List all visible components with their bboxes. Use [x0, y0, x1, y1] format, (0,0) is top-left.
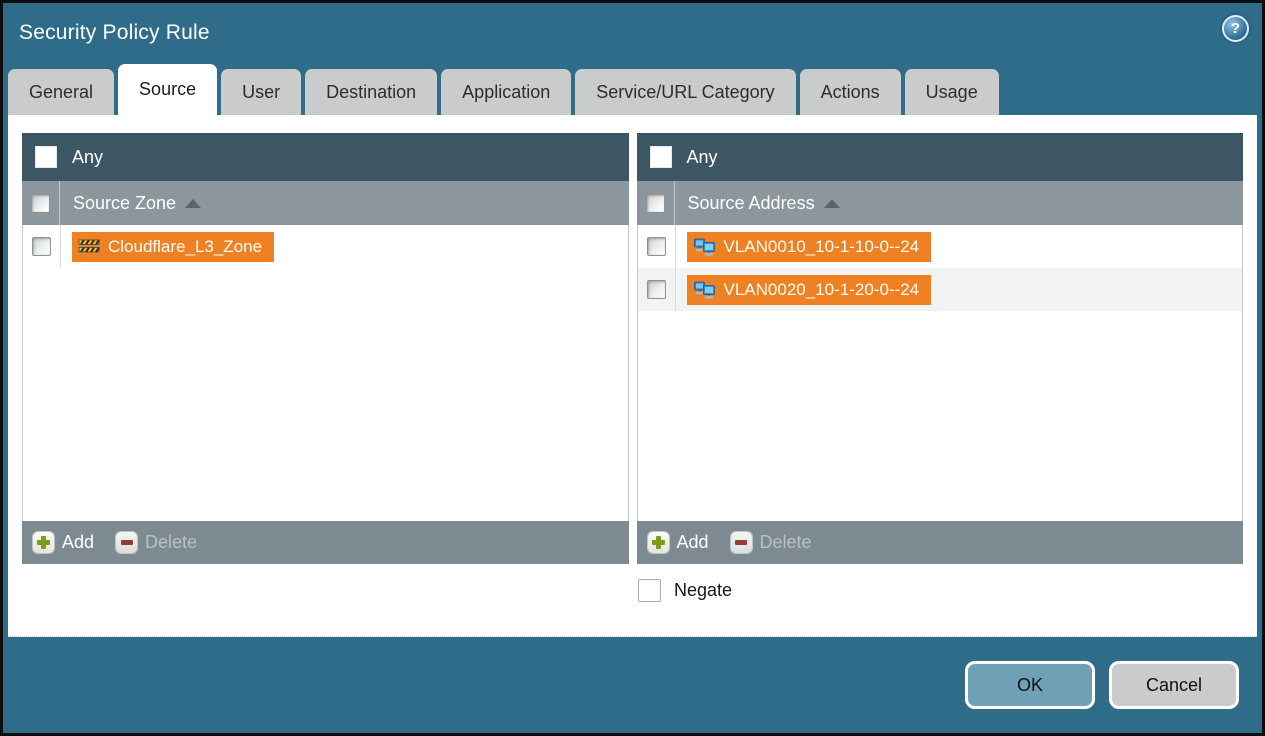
- source-zone-column-label: Source Zone: [73, 192, 177, 213]
- source-zone-add-button[interactable]: Add: [33, 532, 94, 553]
- source-address-panel: Any Source Address VLAN0010_10-1-10-0--2…: [636, 133, 1243, 564]
- source-zone-panel: Any Source Zone Cloudflare_L3_Zone Add D…: [22, 133, 629, 564]
- source-address-row[interactable]: VLAN0010_10-1-10-0--24: [638, 225, 1243, 268]
- source-zone-toolbar: Add Delete: [22, 521, 629, 564]
- plus-icon: [647, 532, 669, 553]
- source-tab-content: Any Source Zone Cloudflare_L3_Zone Add D…: [8, 115, 1257, 637]
- help-icon[interactable]: ?: [1222, 15, 1249, 42]
- tab-destination[interactable]: Destination: [305, 69, 438, 115]
- tab-source[interactable]: Source: [118, 64, 218, 115]
- source-address-row[interactable]: VLAN0020_10-1-20-0--24: [637, 268, 1242, 311]
- source-address-column-label: Source Address: [687, 192, 815, 213]
- source-address-delete-button[interactable]: Delete: [730, 532, 812, 553]
- tab-service-url-category[interactable]: Service/URL Category: [575, 69, 796, 115]
- source-zone-row[interactable]: Cloudflare_L3_Zone: [23, 225, 628, 268]
- negate-label: Negate: [674, 580, 733, 600]
- source-address-any-bar: Any: [636, 133, 1243, 181]
- source-address-column-header[interactable]: Source Address: [636, 181, 1243, 225]
- source-address-row-checkbox[interactable]: [646, 237, 666, 256]
- tab-usage[interactable]: Usage: [904, 69, 999, 115]
- sort-ascending-icon: [185, 198, 202, 208]
- tab-general[interactable]: General: [8, 69, 115, 115]
- ok-button[interactable]: OK: [965, 661, 1095, 709]
- source-address-row-checkbox[interactable]: [646, 280, 666, 299]
- source-zone-row-checkbox[interactable]: [32, 237, 51, 256]
- minus-icon: [730, 532, 752, 553]
- dialog-title: Security Policy Rule: [19, 21, 210, 44]
- source-address-any-checkbox[interactable]: [649, 146, 672, 168]
- dialog-footer: OK Cancel: [3, 637, 1262, 733]
- source-zone-any-checkbox[interactable]: [35, 146, 57, 168]
- tab-actions[interactable]: Actions: [799, 69, 901, 115]
- zone-barricade-icon: [78, 239, 100, 254]
- negate-checkbox[interactable]: [638, 579, 661, 602]
- source-zone-delete-button[interactable]: Delete: [116, 532, 197, 553]
- source-address-add-button[interactable]: Add: [647, 532, 709, 553]
- negate-row: Negate: [638, 579, 1243, 602]
- address-name: VLAN0010_10-1-10-0--24: [723, 236, 920, 256]
- source-zone-list: Cloudflare_L3_Zone: [22, 225, 629, 521]
- zone-chip[interactable]: Cloudflare_L3_Zone: [72, 231, 275, 262]
- address-network-icon: [693, 238, 715, 256]
- tab-application[interactable]: Application: [441, 69, 572, 115]
- address-network-icon: [693, 281, 715, 299]
- source-zone-select-all-checkbox[interactable]: [31, 193, 50, 213]
- source-address-list: VLAN0010_10-1-10-0--24 VLAN0020_10-1-20-…: [636, 225, 1243, 521]
- source-zone-column-header[interactable]: Source Zone: [22, 181, 629, 225]
- source-address-select-all-checkbox[interactable]: [645, 193, 665, 213]
- address-name: VLAN0020_10-1-20-0--24: [723, 279, 920, 299]
- source-address-any-label: Any: [686, 146, 718, 167]
- address-chip[interactable]: VLAN0020_10-1-20-0--24: [686, 274, 932, 305]
- tab-user[interactable]: User: [221, 69, 302, 115]
- address-chip[interactable]: VLAN0010_10-1-10-0--24: [686, 231, 932, 262]
- tab-bar: General Source User Destination Applicat…: [3, 63, 1262, 115]
- source-zone-any-label: Any: [72, 146, 104, 167]
- cancel-button[interactable]: Cancel: [1109, 661, 1239, 709]
- source-zone-any-bar: Any: [22, 133, 629, 181]
- security-policy-rule-dialog: Security Policy Rule ? General Source Us…: [0, 0, 1265, 736]
- dialog-titlebar: Security Policy Rule ?: [3, 3, 1262, 63]
- zone-name: Cloudflare_L3_Zone: [108, 236, 263, 256]
- plus-icon: [33, 532, 54, 553]
- minus-icon: [116, 532, 138, 553]
- source-address-toolbar: Add Delete: [636, 521, 1243, 564]
- sort-ascending-icon: [823, 198, 840, 208]
